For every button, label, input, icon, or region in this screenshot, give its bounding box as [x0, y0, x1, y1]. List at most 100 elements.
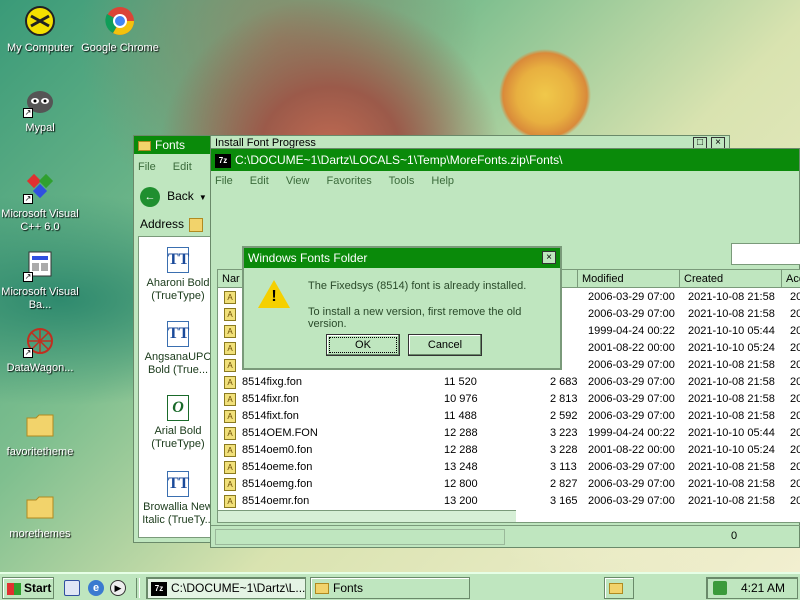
cell-size: 12 800	[444, 478, 478, 490]
status-bar: 0	[211, 525, 800, 547]
windows-fonts-folder-dialog[interactable]: Windows Fonts Folder × ! The Fixedsys (8…	[242, 246, 562, 370]
start-button[interactable]: Start	[2, 577, 54, 599]
font-file-icon: A	[224, 393, 236, 406]
table-row[interactable]: A 8514fixr.fon 10 976 2 813 2006-03-29 07:00…	[218, 391, 800, 408]
cell-modified: 2006-03-29 07:00	[588, 308, 675, 320]
cell-accessed: 202	[790, 410, 800, 422]
font-file-icon: A	[224, 410, 236, 423]
menu-tools[interactable]: Tools	[389, 175, 415, 187]
desktop-icon-visual-basic[interactable]: ↗ Microsoft Visual Ba...	[0, 248, 80, 312]
7zip-icon: 7z	[215, 153, 231, 168]
cell-size: 13 200	[444, 495, 478, 507]
table-row[interactable]: A 8514oeme.fon 13 248 3 113 2006-03-29 07:00…	[218, 459, 800, 476]
font-item-label: Aharoni Bold (TrueType)	[146, 277, 210, 302]
cell-created: 2021-10-10 05:44	[688, 427, 775, 439]
internet-explorer-icon[interactable]: e	[88, 580, 104, 596]
menu-favorites[interactable]: Favorites	[327, 175, 372, 187]
font-item[interactable]: O Arial Bold (TrueType)	[139, 395, 217, 451]
cell-accessed: 201	[790, 325, 800, 337]
column-header-created[interactable]: Created	[680, 270, 782, 288]
start-label: Start	[24, 581, 52, 595]
cell-modified: 2006-03-29 07:00	[588, 393, 675, 405]
table-row[interactable]: A 8514oemr.fon 13 200 3 165 2006-03-29 07:00…	[218, 493, 800, 510]
desktop-icon-label: favoritetheme	[6, 446, 74, 458]
taskbar-task-zip[interactable]: 7z C:\DOCUME~1\Dartz\L...	[146, 577, 306, 599]
cell-modified: 2006-03-29 07:00	[588, 461, 675, 473]
chevron-down-icon[interactable]: ▼	[199, 193, 207, 202]
menu-edit[interactable]: Edit	[173, 161, 192, 173]
menu-file[interactable]: File	[215, 175, 233, 187]
fonts-window-titlebar[interactable]: Fonts	[134, 136, 212, 154]
cell-packed: 2 683	[550, 376, 578, 388]
menu-view[interactable]: View	[286, 175, 310, 187]
cell-size: 11 488	[444, 410, 477, 422]
fonts-window[interactable]: Fonts File Edit ← Back ▼ Address TT Ahar…	[133, 135, 214, 543]
zip-address-input[interactable]	[731, 243, 800, 265]
font-item-label: Browallia New Italic (TrueTy...	[142, 501, 214, 526]
zip-window-titlebar[interactable]: 7z C:\DOCUME~1\Dartz\LOCALS~1\Temp\MoreFo…	[211, 149, 799, 171]
column-header-modified[interactable]: Modified	[578, 270, 680, 288]
desktop-icon-google-chrome[interactable]: Google Chrome	[80, 4, 160, 55]
font-file-icon: A	[224, 325, 236, 338]
font-item[interactable]: TT AngsanaUPC Bold (True...	[139, 321, 217, 377]
menu-file[interactable]: File	[138, 161, 156, 173]
back-button[interactable]: ← Back ▼	[140, 184, 207, 208]
desktop-icon-favoritetheme[interactable]: favoritetheme	[0, 408, 80, 459]
taskbar-task-fonts[interactable]: Fonts	[310, 577, 470, 599]
system-tray: 4:21 AM	[706, 577, 798, 599]
desktop-icon-visual-cpp[interactable]: ↗ Microsoft Visual C++ 6.0	[0, 170, 80, 234]
media-player-icon[interactable]: ▶	[110, 580, 126, 596]
cell-modified: 2006-03-29 07:00	[588, 291, 675, 303]
table-row[interactable]: A 8514fixt.fon 11 488 2 592 2006-03-29 07:00…	[218, 408, 800, 425]
folder-icon	[23, 408, 57, 442]
table-row[interactable]: A 8514fixg.fon 11 520 2 683 2006-03-29 07:00…	[218, 374, 800, 391]
taskbar-task-label: C:\DOCUME~1\Dartz\L...	[171, 581, 306, 595]
cell-created: 2021-10-08 21:58	[688, 478, 775, 490]
table-row[interactable]: A 8514oemg.fon 12 800 2 827 2006-03-29 07:00…	[218, 476, 800, 493]
taskbar: Start e ▶ 7z C:\DOCUME~1\Dartz\L... Fonts…	[0, 572, 800, 600]
cancel-button[interactable]: Cancel	[408, 334, 482, 356]
fonts-list[interactable]: TT Aharoni Bold (TrueType) TT AngsanaUPC…	[138, 236, 214, 538]
cell-modified: 2006-03-29 07:00	[588, 495, 675, 507]
address-bar: Address	[134, 214, 214, 234]
menu-edit[interactable]: Edit	[250, 175, 269, 187]
fonts-window-title: Fonts	[155, 138, 186, 152]
font-item[interactable]: TT Aharoni Bold (TrueType)	[139, 247, 217, 303]
status-panel	[215, 529, 505, 545]
ok-button[interactable]: OK	[326, 334, 400, 356]
table-row[interactable]: A 8514OEM.FON 12 288 3 223 1999-04-24 00:22 2…	[218, 425, 800, 442]
show-desktop-icon[interactable]	[64, 580, 80, 596]
desktop-icon-mypal[interactable]: ↗ Mypal	[0, 84, 80, 135]
desktop-icon-datawagon[interactable]: ↗ DataWagon...	[0, 324, 80, 375]
table-row[interactable]: A 8514oem0.fon 12 288 3 228 2001-08-22 00:00…	[218, 442, 800, 459]
cell-created: 2021-10-08 21:58	[688, 410, 775, 422]
cell-created: 2021-10-08 21:58	[688, 495, 775, 507]
clock[interactable]: 4:21 AM	[741, 581, 785, 595]
cell-modified: 2001-08-22 00:00	[588, 342, 675, 354]
desktop-icon-morethemes[interactable]: morethemes	[0, 490, 80, 541]
font-file-icon: A	[224, 461, 236, 474]
horizontal-scrollbar[interactable]	[218, 510, 516, 522]
chrome-icon	[103, 4, 137, 38]
cell-accessed: 202	[790, 444, 800, 456]
cell-name: 8514oeme.fon	[242, 461, 313, 473]
dialog-titlebar[interactable]: Windows Fonts Folder ×	[244, 248, 560, 268]
back-arrow-icon: ←	[140, 187, 160, 208]
cell-packed: 3 228	[550, 444, 578, 456]
column-header-accessed[interactable]: Acc	[782, 270, 800, 288]
font-item[interactable]: TT Browallia New Italic (TrueTy...	[139, 471, 217, 527]
cell-accessed: 201	[790, 427, 800, 439]
desktop-icon-my-computer[interactable]: My Computer	[0, 4, 80, 55]
taskbar-task-folder[interactable]	[604, 577, 634, 599]
cell-size: 13 248	[444, 461, 478, 473]
menu-help[interactable]: Help	[431, 175, 454, 187]
visual-cpp-icon: ↗	[23, 170, 57, 204]
truetype-font-icon: TT	[167, 471, 189, 497]
cell-modified: 1999-04-24 00:22	[588, 325, 675, 337]
cell-name: 8514fixt.fon	[242, 410, 299, 422]
dialog-message-2: To install a new version, first remove t…	[308, 306, 522, 330]
cell-modified: 2006-03-29 07:00	[588, 478, 675, 490]
tray-network-icon[interactable]	[713, 581, 727, 595]
cell-accessed: 202	[790, 342, 800, 354]
close-icon[interactable]: ×	[542, 251, 556, 264]
